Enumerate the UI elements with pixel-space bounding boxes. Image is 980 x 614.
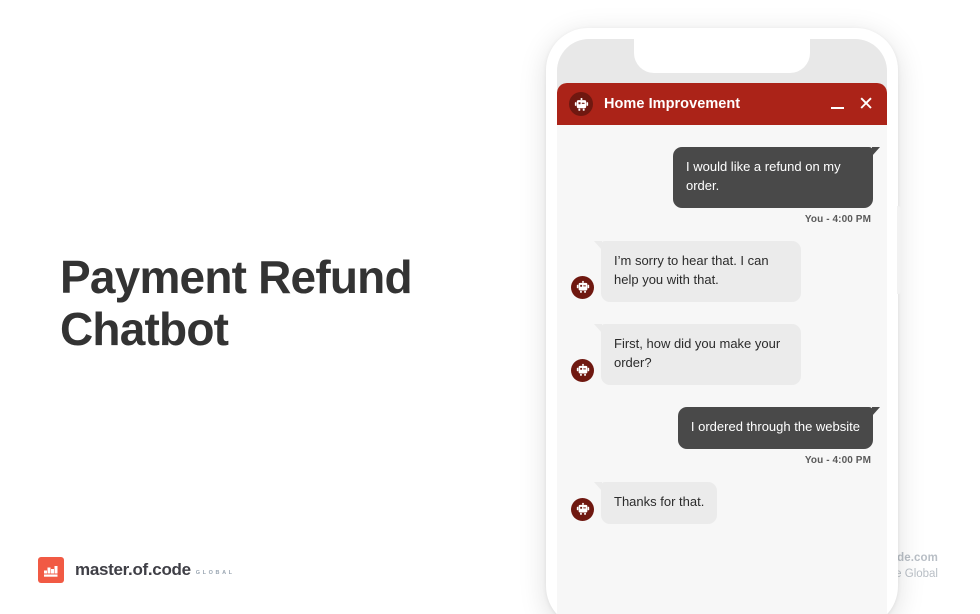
chat-bubble: Thanks for that.	[593, 481, 718, 524]
phone-notch	[634, 39, 810, 73]
page-title: Payment Refund Chatbot	[60, 251, 413, 355]
bot-avatar-icon	[571, 497, 594, 521]
chat-bubble: First, how did you make your order?	[594, 323, 801, 385]
brand-logo: master.of.code GLOBAL	[38, 557, 235, 583]
chat-message-list[interactable]: I would like a refund on my order. You -…	[557, 125, 887, 614]
phone-side-button	[897, 206, 901, 294]
bot-avatar-icon	[569, 92, 593, 116]
message-row-user: I would like a refund on my order.	[571, 147, 880, 208]
message-meta: You - 4:00 PM	[804, 213, 871, 225]
message-meta: You - 4:00 PM	[804, 454, 871, 466]
chat-title: Home Improvement	[604, 96, 741, 112]
message-row-bot: First, how did you make your order?	[571, 323, 873, 385]
close-icon[interactable]: ✕	[858, 95, 874, 114]
message-row-bot: Thanks for that.	[571, 481, 873, 524]
brand-logo-text: master.of.code	[75, 560, 191, 579]
phone-mockup: Home Improvement ✕ I would like a refund…	[546, 28, 901, 614]
minimize-icon[interactable]	[831, 106, 845, 109]
master-of-code-mark-icon	[38, 557, 64, 583]
bot-avatar-icon	[571, 275, 594, 299]
chat-bubble: I ordered through the website	[677, 406, 881, 449]
chat-bubble: I would like a refund on my order.	[673, 147, 880, 208]
message-row-user: I ordered through the website	[571, 406, 881, 449]
left-content-panel: Payment Refund Chatbot	[0, 0, 540, 614]
scroll-fade-overlay	[557, 551, 887, 614]
bot-avatar-icon	[571, 358, 594, 382]
chat-widget: Home Improvement ✕ I would like a refund…	[557, 83, 887, 614]
brand-logo-subtext: GLOBAL	[195, 570, 235, 576]
chat-bubble: I’m sorry to hear that. I can help you w…	[594, 240, 801, 302]
message-row-bot: I’m sorry to hear that. I can help you w…	[571, 240, 873, 302]
chat-header: Home Improvement ✕	[557, 83, 887, 125]
